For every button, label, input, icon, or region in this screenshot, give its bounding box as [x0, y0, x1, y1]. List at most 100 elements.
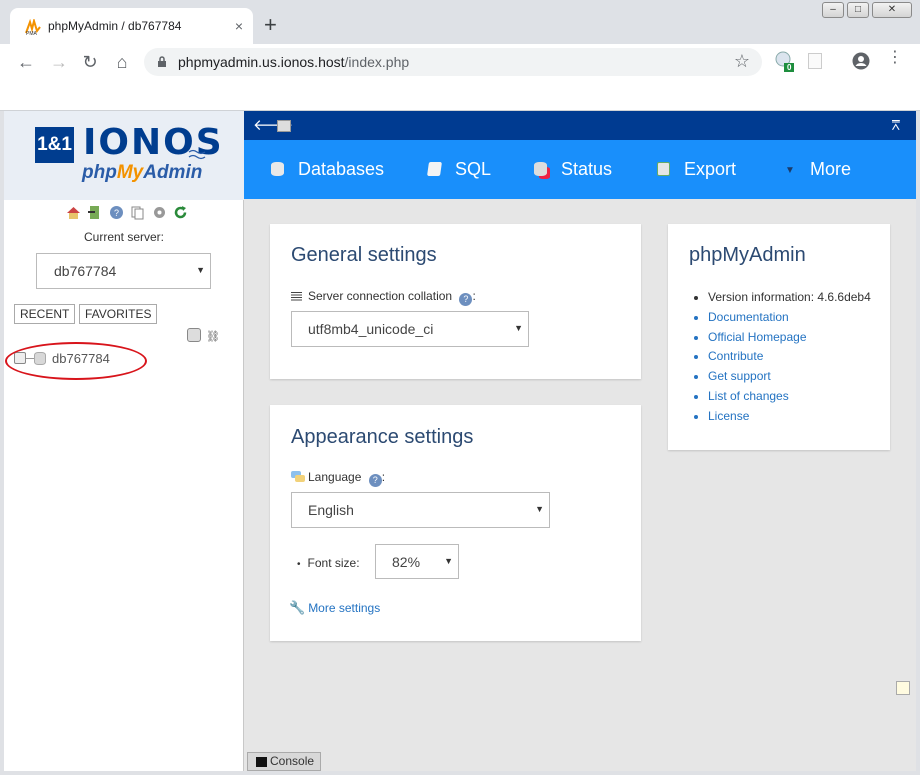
- menu-kebab-icon[interactable]: ⋮: [887, 50, 903, 66]
- phpmyadmin-favicon-icon: PMA: [25, 19, 41, 35]
- console-toggle[interactable]: Console: [247, 752, 321, 771]
- forward-arrow-icon[interactable]: →: [47, 50, 71, 74]
- reload-navigation-icon[interactable]: [173, 205, 188, 220]
- browser-tab[interactable]: PMA phpMyAdmin / db767784 ×: [10, 8, 253, 44]
- breadcrumb-bar: 🡐 ⩞: [244, 111, 916, 140]
- docs-help-icon[interactable]: ?: [109, 205, 124, 220]
- get-support-link[interactable]: Get support: [708, 367, 871, 387]
- documentation-link[interactable]: Documentation: [708, 308, 871, 328]
- browser-tabstrip: PMA phpMyAdmin / db767784 × + – □ ✕: [0, 0, 920, 44]
- logo[interactable]: 1&1 IONOS phpMyAdmin: [4, 111, 244, 200]
- phpmyadmin-info-card: phpMyAdmin Version information: 4.6.6deb…: [668, 224, 890, 450]
- collapse-menu-icon[interactable]: ⩞: [891, 117, 900, 134]
- font-size-label: Font size:: [307, 556, 360, 570]
- sidebar-nav-icons: ?: [66, 205, 190, 221]
- lock-icon: [158, 56, 166, 67]
- server-select-value: db767784: [54, 263, 117, 279]
- font-size-select[interactable]: 82% ▼: [375, 544, 459, 579]
- sql-icon: [427, 162, 442, 176]
- main-tabs: Databases SQL Status Export ▼ More: [244, 140, 916, 199]
- favorites-button[interactable]: FAVORITES: [79, 304, 158, 324]
- tab-sql[interactable]: SQL: [427, 159, 491, 180]
- back-arrow-icon[interactable]: ←: [14, 50, 38, 74]
- bookmark-bar: [0, 80, 920, 111]
- list-icon: [291, 292, 302, 301]
- official-homepage-link[interactable]: Official Homepage: [708, 328, 871, 348]
- phpmyadmin-title: phpMyAdmin: [689, 244, 806, 266]
- minimize-button[interactable]: –: [822, 2, 844, 18]
- bookmark-star-icon[interactable]: ☆: [734, 51, 750, 72]
- language-icon: [291, 470, 305, 483]
- export-icon: [657, 162, 670, 176]
- font-size-label-row: • Font size:: [297, 556, 360, 570]
- chevron-down-icon: ▼: [514, 323, 523, 333]
- general-settings-card: General settings Server connection colla…: [270, 224, 641, 379]
- collation-select[interactable]: utf8mb4_unicode_ci ▼: [291, 311, 529, 347]
- status-icon: [534, 162, 547, 176]
- console-icon: [256, 757, 267, 767]
- phpmyadmin-info-list: Version information: 4.6.6deb4 Documenta…: [708, 288, 871, 427]
- tab-more[interactable]: ▼ More: [785, 159, 851, 180]
- current-server-label: Current server:: [83, 230, 165, 244]
- page: 1&1 IONOS phpMyAdmin ? Current server: d…: [4, 111, 916, 771]
- database-icon: [271, 162, 284, 176]
- reload-icon[interactable]: ↻: [78, 50, 102, 74]
- navigation-sidebar: 1&1 IONOS phpMyAdmin ? Current server: d…: [4, 111, 244, 771]
- appearance-settings-title: Appearance settings: [291, 426, 474, 448]
- copy-icon[interactable]: [130, 205, 145, 220]
- svg-text:?: ?: [114, 208, 119, 218]
- extension-icon[interactable]: 0: [775, 51, 795, 78]
- wrench-icon: 🔧: [289, 600, 306, 615]
- contribute-link[interactable]: Contribute: [708, 347, 871, 367]
- version-info: Version information: 4.6.6deb4: [708, 288, 871, 308]
- server-icon[interactable]: [277, 120, 291, 132]
- highlight-annotation-ellipse: [5, 342, 147, 380]
- recent-button[interactable]: RECENT: [14, 304, 76, 324]
- url-text: phpmyadmin.us.ionos.host/index.php: [178, 54, 410, 70]
- license-link[interactable]: License: [708, 407, 871, 427]
- extension-badge: 0: [787, 63, 792, 72]
- home-icon[interactable]: [66, 205, 81, 220]
- chevron-down-icon: ▼: [444, 556, 453, 566]
- collation-value: utf8mb4_unicode_ci: [308, 321, 434, 337]
- collation-label: Server connection collation: [308, 289, 453, 303]
- appearance-settings-card: Appearance settings Language ?: English …: [270, 405, 641, 641]
- chevron-down-icon: ▼: [535, 504, 544, 514]
- help-icon[interactable]: ?: [368, 474, 382, 487]
- tab-databases[interactable]: Databases: [271, 159, 384, 180]
- list-of-changes-link[interactable]: List of changes: [708, 387, 871, 407]
- collapse-all-icon[interactable]: [187, 328, 201, 342]
- tab-export[interactable]: Export: [657, 159, 736, 180]
- maximize-button[interactable]: □: [847, 2, 869, 18]
- font-size-value: 82%: [392, 554, 421, 570]
- sailboat-icon: [188, 149, 206, 160]
- tab-title: phpMyAdmin / db767784: [48, 19, 182, 33]
- language-label-row: Language ?:: [291, 470, 385, 487]
- server-select[interactable]: db767784 ▼: [36, 253, 211, 289]
- console-label: Console: [270, 754, 315, 768]
- extension2-icon[interactable]: [808, 53, 822, 69]
- help-icon[interactable]: ?: [459, 293, 473, 306]
- chevron-down-icon: ▼: [196, 265, 205, 275]
- new-tab-button[interactable]: +: [264, 14, 277, 36]
- general-settings-title: General settings: [291, 244, 437, 266]
- address-bar[interactable]: phpmyadmin.us.ionos.host/index.php ☆: [144, 48, 762, 76]
- logo-phpmyadmin: phpMyAdmin: [82, 162, 203, 183]
- profile-icon[interactable]: [852, 52, 870, 75]
- svg-text:PMA: PMA: [26, 31, 38, 35]
- browser-toolbar: ← → ↻ ⌂ phpmyadmin.us.ionos.host/index.p…: [0, 44, 920, 80]
- notes-icon[interactable]: [896, 681, 910, 695]
- close-window-button[interactable]: ✕: [872, 2, 912, 18]
- tab-close-icon[interactable]: ×: [235, 17, 243, 35]
- logo-11: 1&1: [35, 127, 74, 163]
- settings-gear-icon[interactable]: [152, 205, 167, 220]
- language-value: English: [308, 502, 354, 518]
- language-select[interactable]: English ▼: [291, 492, 550, 528]
- collation-label-row: Server connection collation ?:: [291, 289, 476, 306]
- more-settings-link[interactable]: 🔧 More settings: [289, 600, 380, 616]
- tab-status[interactable]: Status: [534, 159, 612, 180]
- link-icon[interactable]: ⛓: [206, 330, 220, 343]
- home-icon[interactable]: ⌂: [110, 50, 134, 74]
- language-label: Language: [308, 470, 362, 484]
- logout-icon[interactable]: [87, 205, 102, 220]
